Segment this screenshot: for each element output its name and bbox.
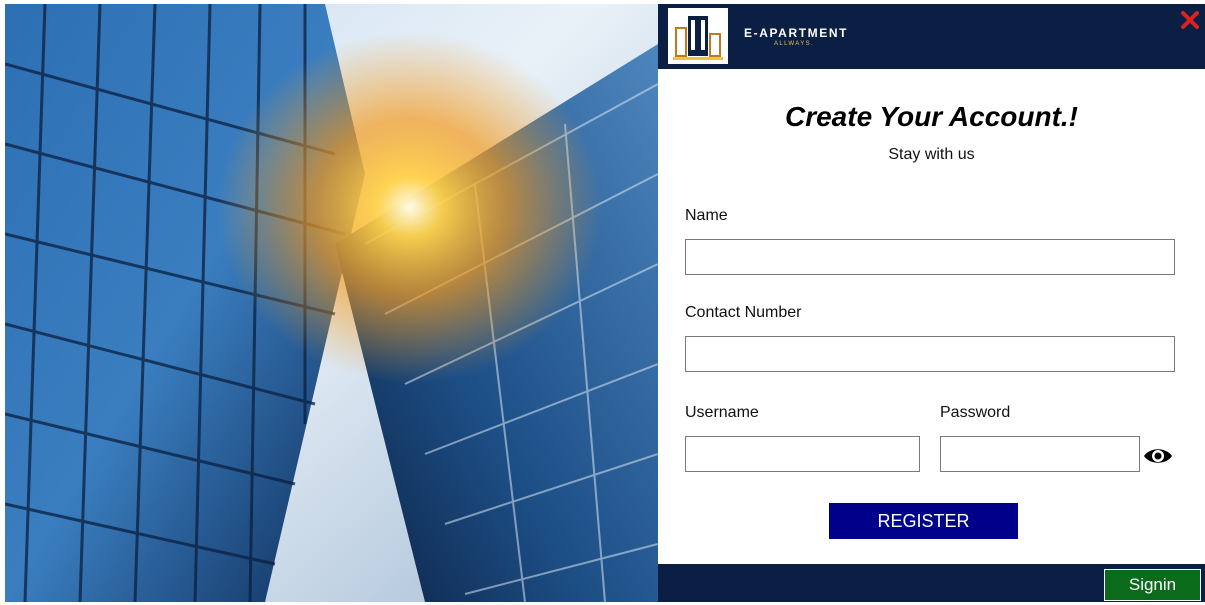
password-label: Password <box>940 404 1011 421</box>
username-input[interactable] <box>685 436 920 472</box>
brand-tagline: ALLWAYS. <box>774 41 815 47</box>
header-bar: E-APARTMENT ALLWAYS. <box>658 4 1205 69</box>
close-icon[interactable] <box>1179 9 1201 31</box>
eye-icon[interactable] <box>1142 444 1174 468</box>
contact-number-label: Contact Number <box>685 304 802 321</box>
brand-name: E-APARTMENT <box>744 26 849 40</box>
building-photo <box>5 4 658 602</box>
username-label: Username <box>685 404 759 421</box>
building-logo-icon <box>668 8 728 64</box>
register-button[interactable]: REGISTER <box>829 503 1018 539</box>
password-input[interactable] <box>940 436 1140 472</box>
footer-bar: Signin <box>658 564 1205 602</box>
page-subtitle: Stay with us <box>888 146 975 163</box>
signin-button[interactable]: Signin <box>1104 569 1201 601</box>
contact-number-input[interactable] <box>685 336 1175 372</box>
page-title: Create Your Account.! <box>784 101 1078 132</box>
register-window: E-APARTMENT ALLWAYS. Create Your Account… <box>0 0 1205 605</box>
name-label: Name <box>685 207 728 224</box>
name-input[interactable] <box>685 239 1175 275</box>
register-panel: E-APARTMENT ALLWAYS. Create Your Account… <box>658 4 1205 602</box>
